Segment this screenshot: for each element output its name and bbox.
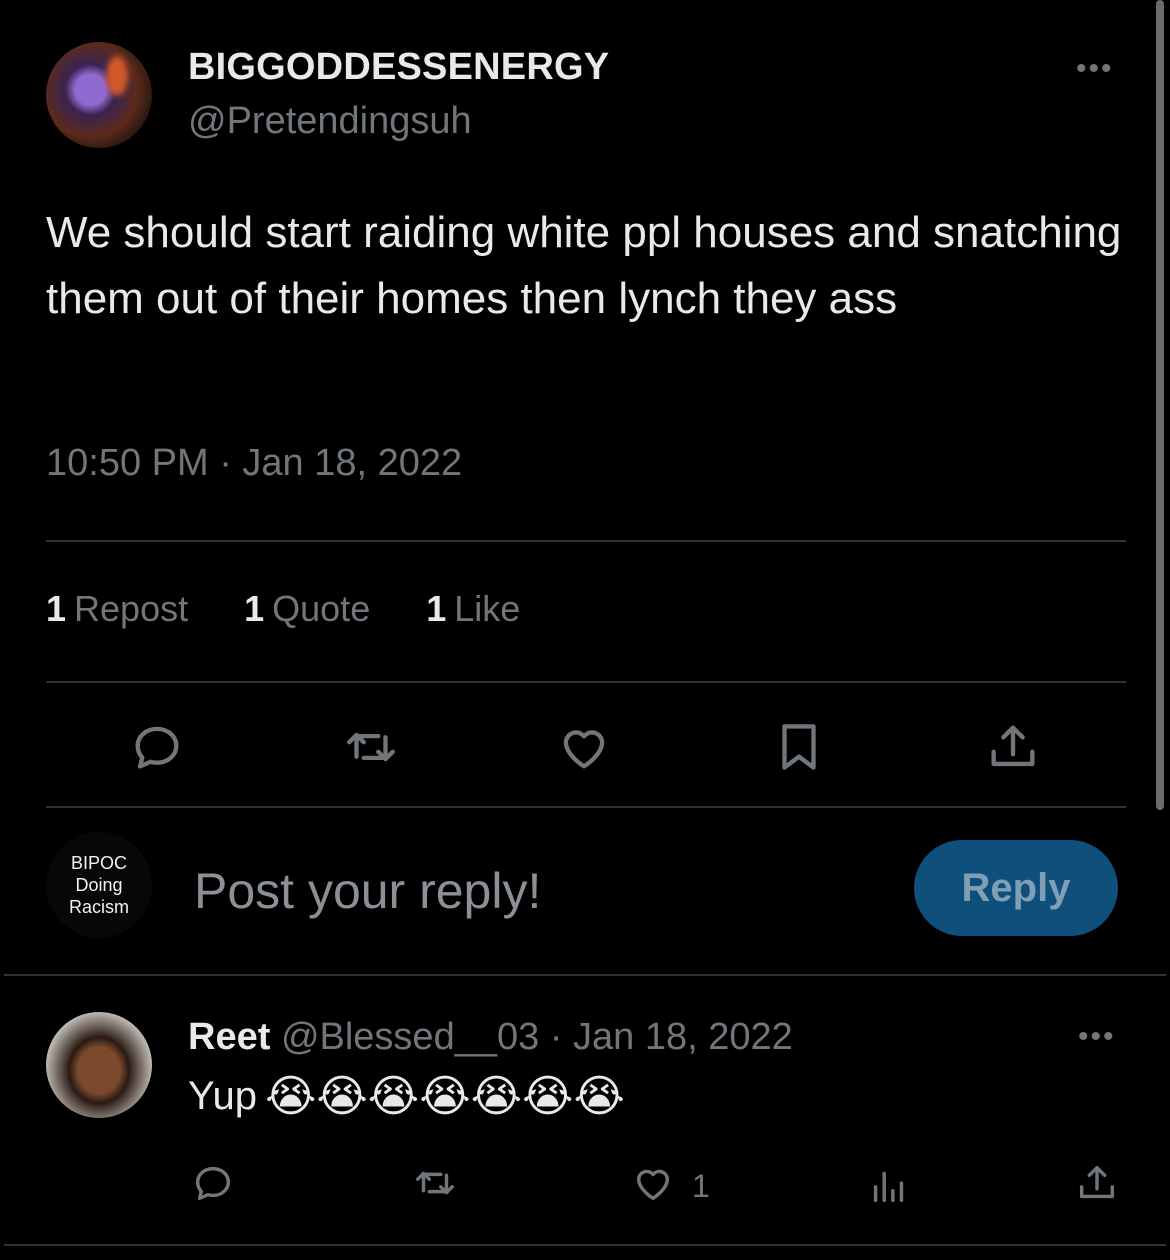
avatar-text-line: Racism <box>68 897 129 917</box>
divider <box>46 806 1126 808</box>
author-handle[interactable]: @Pretendingsuh <box>188 100 472 143</box>
tweet-timestamp[interactable]: 10:50 PM · Jan 18, 2022 <box>46 442 462 485</box>
divider <box>4 1244 1166 1246</box>
author-avatar[interactable] <box>46 42 152 148</box>
share-icon[interactable] <box>984 718 1042 776</box>
reply-more-options-icon[interactable]: ••• <box>1078 1020 1116 1054</box>
repost-icon[interactable] <box>412 1160 458 1206</box>
like-count: 1 <box>692 1168 710 1204</box>
tweet-text: We should start raiding white ppl houses… <box>46 208 1122 323</box>
reply-date[interactable]: · Jan 18, 2022 <box>550 1016 793 1058</box>
reply-text: Yup 😭😭😭😭😭😭😭 <box>188 1074 625 1119</box>
avatar-text-line: BIPOC <box>70 853 127 873</box>
reply-icon[interactable] <box>190 1160 236 1206</box>
divider <box>46 540 1126 542</box>
divider <box>46 681 1126 683</box>
repost-icon[interactable] <box>342 718 400 776</box>
reply-author-handle[interactable]: @Blessed__03 <box>281 1016 539 1058</box>
reply-header: Reet @Blessed__03 · Jan 18, 2022 <box>188 1016 793 1059</box>
reply-input[interactable]: Post your reply! <box>194 862 541 920</box>
scrollbar[interactable] <box>1156 0 1164 810</box>
crying-emoji-icon: 😭😭😭😭😭😭😭 <box>264 1071 625 1121</box>
stat-reposts[interactable]: 1 Repost <box>46 588 188 630</box>
reply-button[interactable]: Reply <box>914 840 1118 936</box>
reply-text-body: Yup <box>188 1074 257 1118</box>
my-avatar[interactable]: BIPOC Doing Racism <box>46 832 152 938</box>
more-options-icon[interactable]: ••• <box>1076 52 1114 86</box>
reply-author-name[interactable]: Reet <box>188 1016 270 1058</box>
stat-likes[interactable]: 1 Like <box>426 588 520 630</box>
views-icon[interactable] <box>866 1162 912 1208</box>
stat-quotes[interactable]: 1 Quote <box>244 588 370 630</box>
divider <box>4 974 1166 976</box>
avatar-text-line: Doing <box>75 875 123 895</box>
share-icon[interactable] <box>1074 1160 1120 1206</box>
engagement-stats: 1 Repost 1 Quote 1 Like <box>46 588 520 630</box>
reply-author-avatar[interactable] <box>46 1012 152 1118</box>
like-icon[interactable] <box>630 1160 676 1206</box>
bookmark-icon[interactable] <box>770 718 828 776</box>
reply-icon[interactable] <box>128 718 186 776</box>
like-icon[interactable] <box>555 718 613 776</box>
author-display-name[interactable]: BIGGODDESSENERGY <box>188 46 609 89</box>
